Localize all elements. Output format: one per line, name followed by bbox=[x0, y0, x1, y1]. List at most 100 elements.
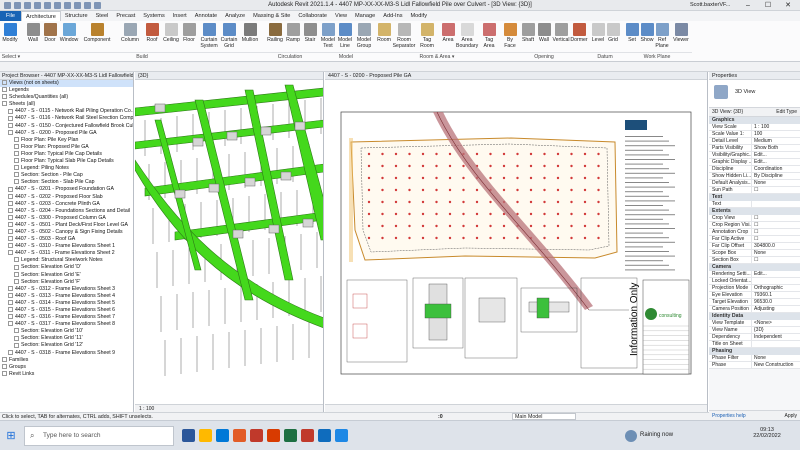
property-value[interactable]: {3D} bbox=[751, 327, 800, 333]
ribbon-column-button[interactable]: Column bbox=[120, 23, 140, 51]
browser-item[interactable]: 4407 - S - 0315 - Frame Elevations Sheet… bbox=[0, 307, 133, 314]
expand-icon[interactable] bbox=[8, 129, 13, 135]
browser-item[interactable]: Legends bbox=[0, 87, 133, 94]
view-3d[interactable]: {3D} 1 : 100 bbox=[135, 72, 324, 412]
property-value[interactable]: Show Both bbox=[751, 145, 800, 151]
ribbon-group-label[interactable]: Room & Area ▾ bbox=[374, 52, 500, 60]
ribbon-window-button[interactable]: Window bbox=[58, 23, 80, 51]
ribbon-room-separator-button[interactable]: Room Separator bbox=[392, 23, 416, 51]
browser-item[interactable]: Legend: Piling Notes bbox=[0, 165, 133, 172]
property-value[interactable]: 96530.0 bbox=[751, 299, 800, 305]
user-name[interactable]: Scott.baxterVF... bbox=[690, 2, 730, 8]
browser-item[interactable]: 4407 - S - 0313 - Frame Elevations Sheet… bbox=[0, 293, 133, 300]
expand-icon[interactable] bbox=[8, 115, 13, 121]
taskbar-app-icon[interactable] bbox=[250, 429, 263, 442]
view-icon[interactable] bbox=[14, 264, 19, 270]
browser-item[interactable]: Section: Elevation Grid 'E' bbox=[0, 272, 133, 279]
ribbon-wall-button[interactable]: Wall bbox=[24, 23, 42, 51]
tab-collaborate[interactable]: Collaborate bbox=[294, 11, 331, 21]
browser-item[interactable]: 4407 - S - 0314 - Frame Elevations Sheet… bbox=[0, 300, 133, 307]
browser-item[interactable]: 4407 - S - 0202 - Proposed Floor Slab bbox=[0, 194, 133, 201]
browser-item[interactable]: 4407 - S - 0200 - Proposed Pile GA bbox=[0, 130, 133, 137]
expand-icon[interactable] bbox=[2, 356, 7, 362]
taskbar-app-icon[interactable] bbox=[318, 429, 331, 442]
ribbon-door-button[interactable]: Door bbox=[42, 23, 58, 51]
property-value[interactable]: ☐ bbox=[751, 229, 800, 235]
tab-architecture[interactable]: Architecture bbox=[21, 11, 61, 21]
browser-item[interactable]: 4407 - S - 0115 - Network Rail Piling Op… bbox=[0, 108, 133, 115]
ribbon-ceiling-button[interactable]: Ceiling bbox=[162, 23, 180, 51]
property-section[interactable]: Camera bbox=[709, 264, 800, 271]
sheet-canvas[interactable]: Information Only consulting bbox=[325, 80, 708, 404]
ribbon-roof-button[interactable]: Roof bbox=[144, 23, 160, 51]
tab-manage[interactable]: Manage bbox=[351, 11, 379, 21]
browser-item[interactable]: Section: Section - Pile Cap bbox=[0, 172, 133, 179]
property-value[interactable]: None bbox=[751, 355, 800, 361]
expand-icon[interactable] bbox=[8, 193, 13, 199]
windows-start-icon[interactable]: ⊞ bbox=[2, 427, 20, 445]
tab-annotate[interactable]: Annotate bbox=[191, 11, 221, 21]
browser-item[interactable]: 4407 - S - 0502 - Canopy & Sign Fixing D… bbox=[0, 229, 133, 236]
tab-analyze[interactable]: Analyze bbox=[221, 11, 249, 21]
property-value[interactable]: Medium bbox=[751, 138, 800, 144]
expand-icon[interactable] bbox=[8, 349, 13, 355]
ribbon-grid-button[interactable]: Grid bbox=[606, 23, 620, 51]
view-3d-control-bar[interactable]: 1 : 100 bbox=[135, 404, 323, 412]
property-value[interactable]: Edit... bbox=[751, 159, 800, 165]
ribbon-curtain-system-button[interactable]: Curtain System bbox=[199, 23, 219, 51]
ribbon-area-button[interactable]: Area bbox=[440, 23, 456, 51]
expand-icon[interactable] bbox=[8, 314, 13, 320]
browser-item[interactable]: Views (not on sheets) bbox=[0, 80, 133, 88]
browser-item[interactable]: Revit Links bbox=[0, 371, 133, 378]
property-value[interactable]: ☐ bbox=[751, 257, 800, 263]
weather-text[interactable]: Raining now bbox=[640, 432, 673, 438]
expand-icon[interactable] bbox=[2, 94, 7, 100]
expand-icon[interactable] bbox=[8, 292, 13, 298]
ribbon-model-text-button[interactable]: Model Text bbox=[320, 23, 336, 51]
property-section[interactable]: Text bbox=[709, 194, 800, 201]
clock[interactable]: 09:13 22/02/2022 bbox=[752, 427, 782, 439]
browser-item[interactable]: 4407 - S - 0318 - Frame Elevations Sheet… bbox=[0, 350, 133, 357]
taskbar-app-icon[interactable] bbox=[182, 429, 195, 442]
expand-icon[interactable] bbox=[2, 363, 7, 369]
browser-item[interactable]: 4407 - S - 0203 - Concrete Plinth GA bbox=[0, 201, 133, 208]
browser-item[interactable]: Families bbox=[0, 357, 133, 364]
view-sheet[interactable]: 4407 - S - 0200 - Proposed Pile GA Infor… bbox=[325, 72, 708, 412]
view-icon[interactable] bbox=[14, 172, 19, 178]
model-3d-canvas[interactable] bbox=[135, 80, 324, 404]
expand-icon[interactable] bbox=[8, 186, 13, 192]
expand-icon[interactable] bbox=[8, 229, 13, 235]
browser-item[interactable]: 4407 - S - 0312 - Frame Elevations Sheet… bbox=[0, 286, 133, 293]
expand-icon[interactable] bbox=[8, 285, 13, 291]
browser-item[interactable]: 4407 - S - 0317 - Frame Elevations Sheet… bbox=[0, 321, 133, 328]
tab-precast[interactable]: Precast bbox=[112, 11, 139, 21]
taskbar-app-icon[interactable] bbox=[199, 429, 212, 442]
browser-item[interactable]: 4407 - S - 0116 - Network Rail Steel Ere… bbox=[0, 115, 133, 122]
property-value[interactable]: 304800.0 bbox=[751, 243, 800, 249]
browser-item[interactable]: 4407 - S - 0501 - Plant Deck/First Floor… bbox=[0, 222, 133, 229]
property-value[interactable]: Edit... bbox=[751, 152, 800, 158]
ribbon-by-face-button[interactable]: By Face bbox=[502, 23, 518, 51]
expand-icon[interactable] bbox=[2, 101, 7, 107]
ribbon-level-button[interactable]: Level bbox=[590, 23, 606, 51]
ribbon-shaft-button[interactable]: Shaft bbox=[520, 23, 536, 51]
close-button[interactable]: ✕ bbox=[778, 0, 798, 11]
browser-item[interactable]: Section: Elevation Grid '10' bbox=[0, 328, 133, 335]
ribbon-vertical-button[interactable]: Vertical bbox=[552, 23, 570, 51]
edit-type-button[interactable]: Edit Type bbox=[767, 108, 800, 116]
minimize-button[interactable]: – bbox=[738, 0, 758, 11]
view-icon[interactable] bbox=[14, 342, 19, 348]
expand-icon[interactable] bbox=[8, 300, 13, 306]
browser-item[interactable]: Floor Plan: Typical Pile Cap Details bbox=[0, 151, 133, 158]
expand-icon[interactable] bbox=[8, 108, 13, 114]
property-value[interactable] bbox=[751, 278, 800, 284]
taskbar-app-icon[interactable] bbox=[284, 429, 297, 442]
view-icon[interactable] bbox=[14, 335, 19, 341]
ribbon-ref-plane-button[interactable]: Ref Plane bbox=[654, 23, 670, 51]
browser-item[interactable]: Floor Plan: Proposed Pile GA bbox=[0, 144, 133, 151]
property-section[interactable]: Identity Data bbox=[709, 313, 800, 320]
ribbon-group-label[interactable]: Build bbox=[22, 52, 262, 60]
browser-item[interactable]: 4407 - S - 0150 - Conjectured Fallowfiel… bbox=[0, 123, 133, 130]
ribbon-dormer-button[interactable]: Dormer bbox=[570, 23, 588, 51]
browser-item[interactable]: 4407 - S - 0204 - Foundations Sections a… bbox=[0, 208, 133, 215]
